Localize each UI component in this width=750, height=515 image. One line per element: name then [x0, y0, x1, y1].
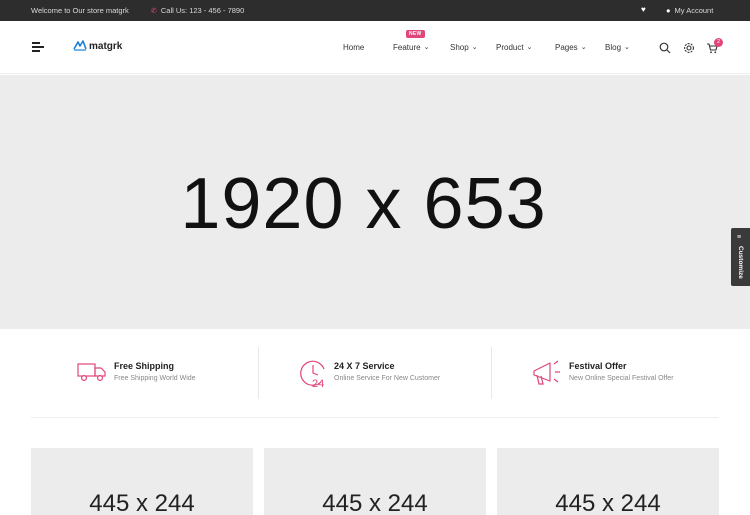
settings-icon[interactable] — [683, 41, 695, 53]
nav-product-label: Product — [496, 43, 524, 52]
banner-placeholder-text: 445 x 244 — [555, 490, 661, 515]
hero-placeholder-text: 1920 x 653 — [180, 164, 547, 244]
my-account-label: My Account — [674, 6, 714, 15]
user-icon: ● — [666, 6, 671, 15]
chevron-down-icon: ⌄ — [471, 44, 478, 51]
divider — [491, 347, 492, 399]
svg-text:24: 24 — [312, 378, 324, 389]
nav-home[interactable]: Home — [343, 43, 364, 52]
nav-pages[interactable]: Pages ⌄ — [555, 43, 587, 52]
nav-blog[interactable]: Blog ⌄ — [605, 43, 630, 52]
nav-feature[interactable]: Feature ⌄ — [393, 43, 429, 52]
section-divider — [31, 417, 719, 418]
phone-icon: ✆ — [151, 8, 157, 15]
banner-placeholder-text: 445 x 244 — [89, 490, 195, 515]
logo-text: matgrk — [89, 41, 123, 53]
chevron-down-icon: ⌄ — [580, 44, 587, 51]
my-account-link[interactable]: ● My Account — [666, 6, 713, 15]
nav-home-label: Home — [343, 43, 365, 52]
service-subtitle: Online Service For New Customer — [334, 375, 441, 382]
service-24x7: 24 24 X 7 Service Online Service For New… — [260, 345, 490, 400]
top-bar: Welcome to Our store matgrk ✆ Call Us: 12… — [0, 0, 750, 21]
nav-feature-label: Feature — [393, 43, 421, 52]
service-title: Free Shipping — [114, 361, 175, 371]
nav-blog-label: Blog — [605, 43, 622, 52]
search-icon[interactable] — [659, 41, 671, 54]
service-free-shipping: Free Shipping Free Shipping World Wide — [0, 345, 260, 400]
chevron-down-icon: ⌄ — [526, 44, 533, 51]
chevron-down-icon: ⌄ — [423, 44, 430, 51]
promo-banner-1[interactable]: 445 x 244 — [31, 448, 253, 515]
site-logo[interactable]: matgrk — [73, 39, 122, 54]
cart-count-badge: 2 — [714, 38, 723, 47]
welcome-text: Welcome to Our store matgrk — [31, 6, 129, 15]
services-strip: Free Shipping Free Shipping World Wide 2… — [0, 345, 750, 400]
sliders-icon: ≡ — [737, 234, 742, 241]
menu-icon[interactable] — [32, 42, 44, 52]
nav-pages-label: Pages — [555, 43, 578, 52]
service-title: Festival Offer — [569, 361, 627, 371]
service-festival-offer: Festival Offer New Online Special Festiv… — [490, 345, 720, 400]
heart-icon[interactable]: ♥ — [641, 5, 646, 14]
service-subtitle: Free Shipping World Wide — [114, 375, 196, 382]
phone-info: ✆ Call Us: 123 - 456 - 7890 — [151, 6, 244, 15]
service-subtitle: New Online Special Festival Offer — [569, 375, 674, 382]
nav-shop[interactable]: Shop ⌄ — [450, 43, 478, 52]
phone-text: Call Us: 123 - 456 - 7890 — [160, 6, 245, 15]
chevron-down-icon: ⌄ — [624, 44, 630, 51]
customize-tab[interactable]: ≡ Customize — [731, 228, 750, 286]
nav-shop-label: Shop — [450, 43, 469, 52]
promo-banner-2[interactable]: 445 x 244 — [264, 448, 486, 515]
main-header: matgrk Home Feature ⌄ Shop ⌄ Product ⌄ Page… — [0, 21, 750, 74]
customize-label: Customize — [737, 246, 744, 279]
nav-product[interactable]: Product ⌄ — [496, 43, 532, 52]
logo-icon — [73, 39, 87, 54]
new-badge: NEW — [406, 30, 425, 38]
clock-24-icon: 24 — [297, 357, 329, 394]
promo-banner-3[interactable]: 445 x 244 — [497, 448, 719, 515]
megaphone-icon — [531, 358, 563, 393]
hero-banner[interactable]: 1920 x 653 — [0, 75, 750, 329]
banner-placeholder-text: 445 x 244 — [322, 490, 428, 515]
truck-icon — [77, 361, 107, 388]
service-title: 24 X 7 Service — [334, 361, 395, 371]
divider — [258, 347, 259, 399]
